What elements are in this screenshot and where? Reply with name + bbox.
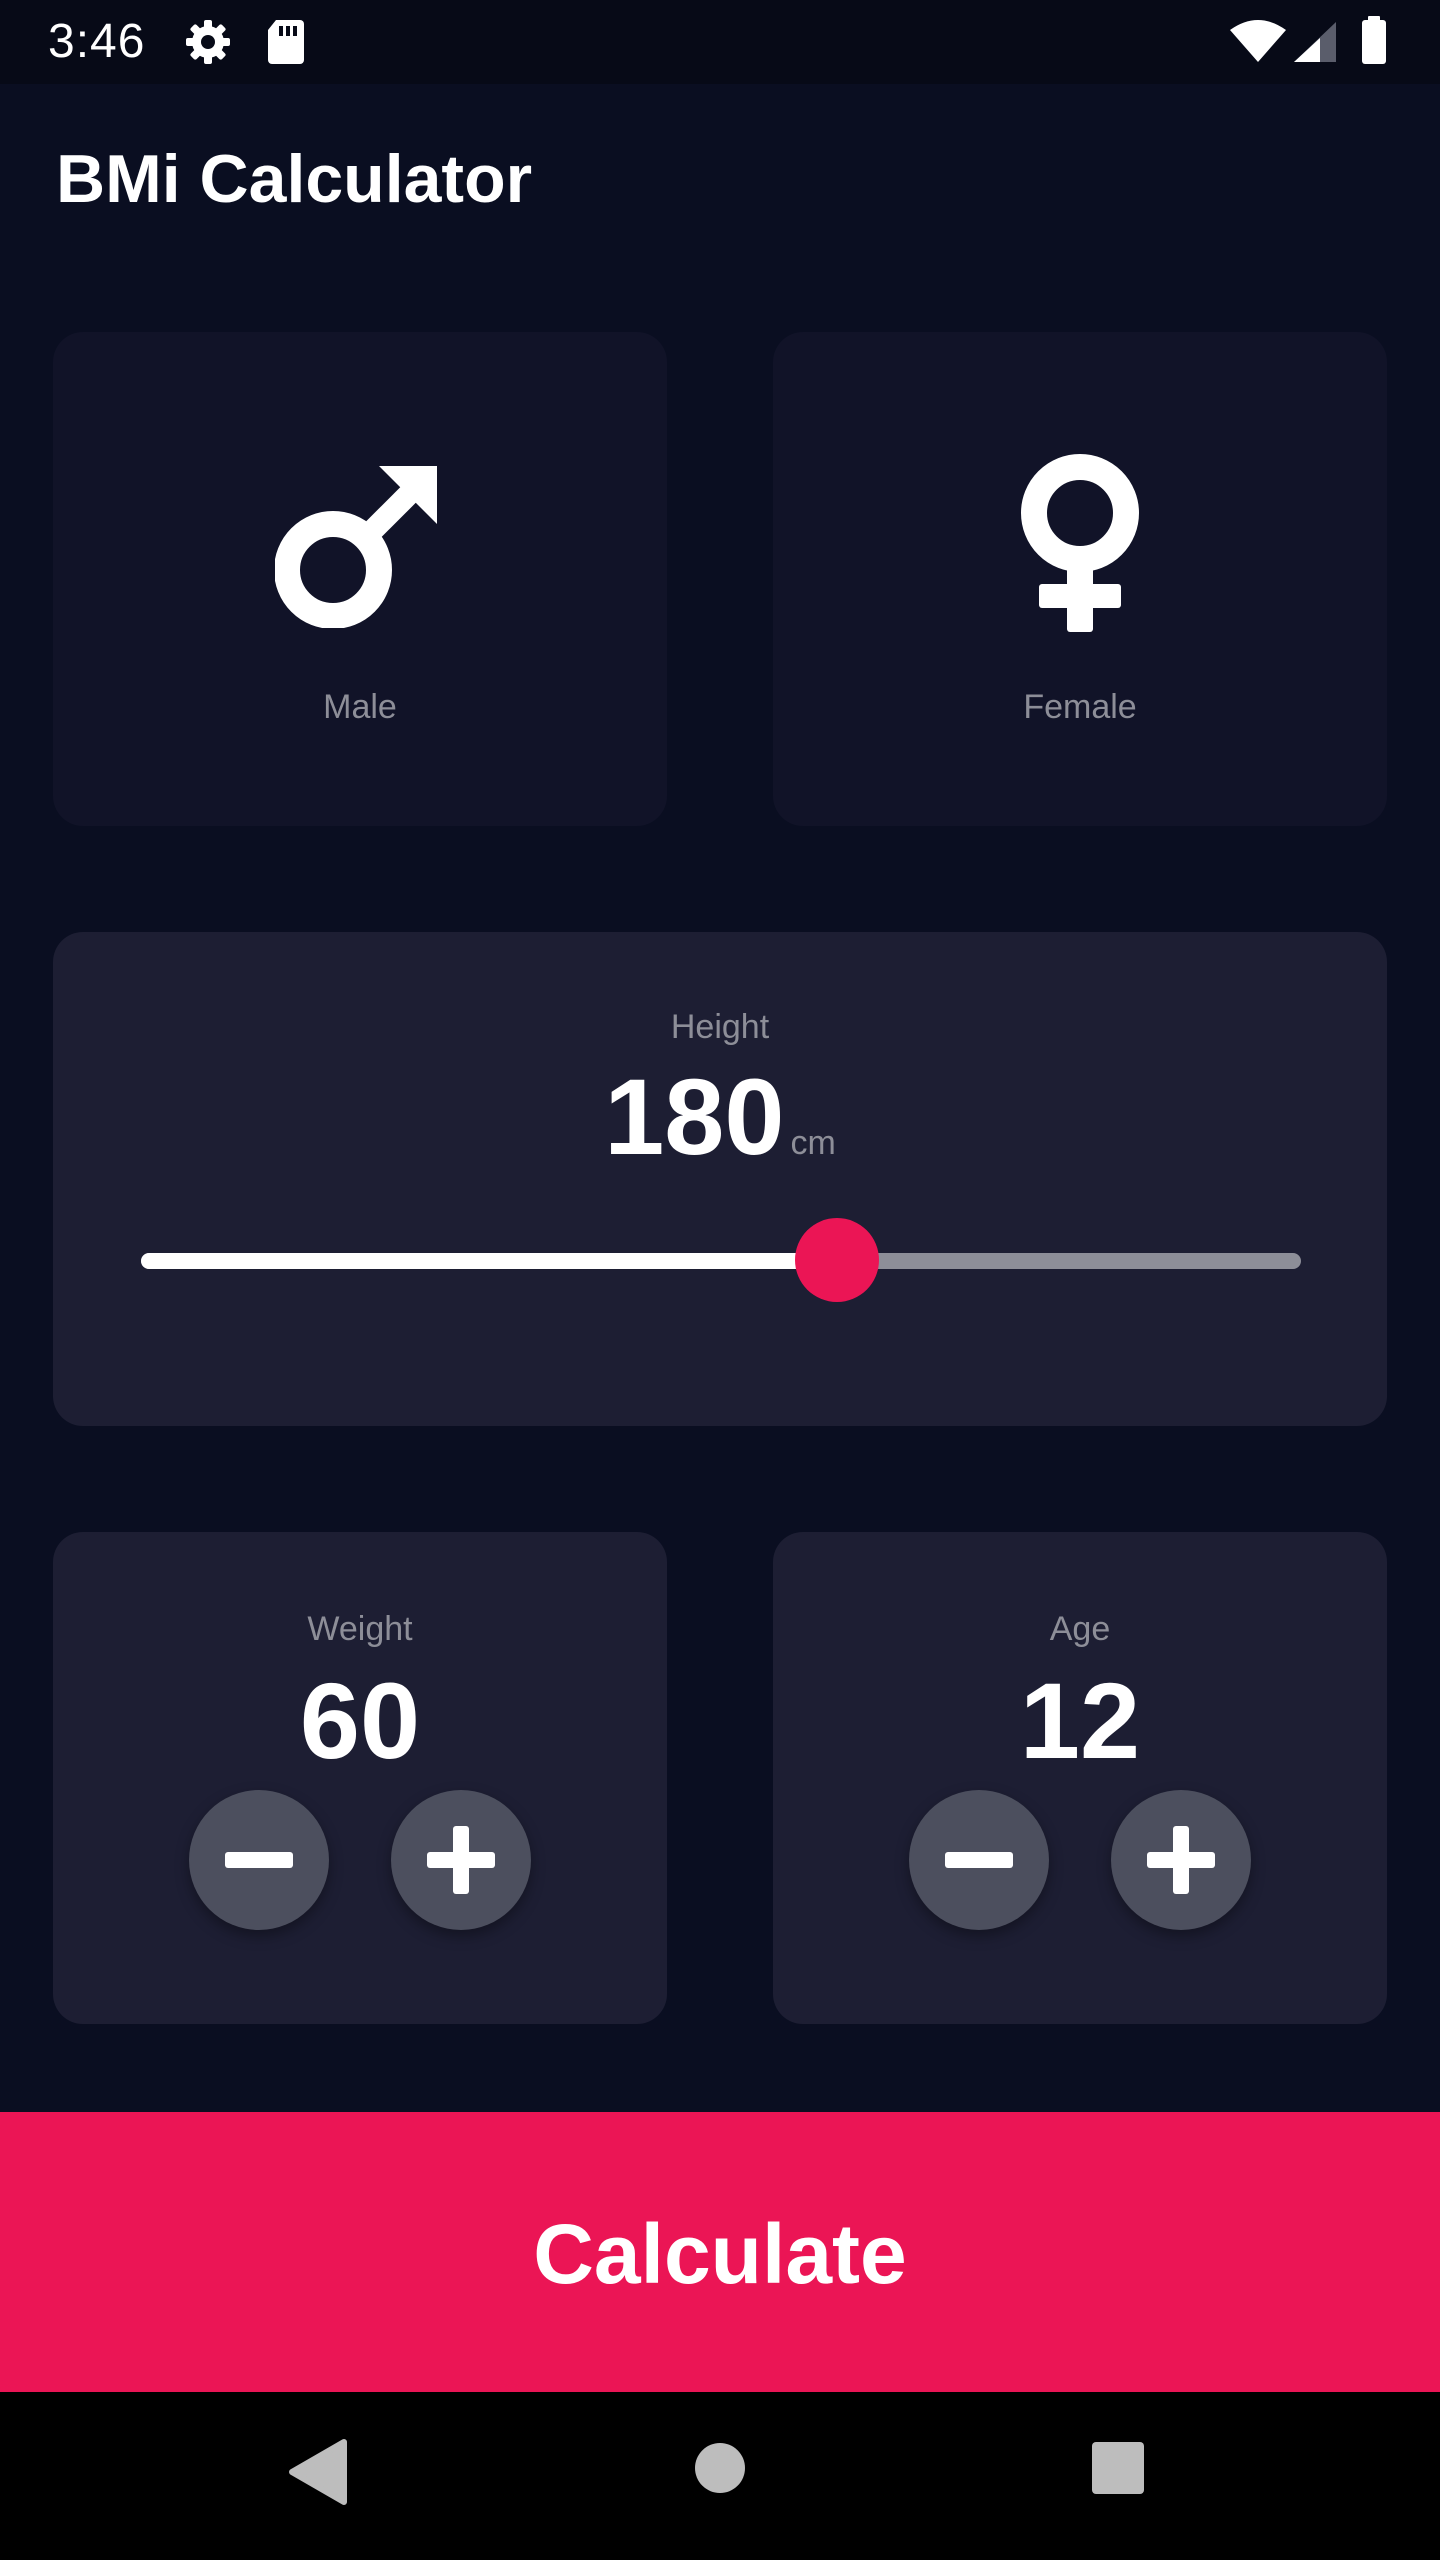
wifi-icon xyxy=(1228,20,1288,69)
age-label: Age xyxy=(1049,1610,1111,1648)
calculate-button[interactable]: Calculate xyxy=(0,2112,1440,2392)
age-decrement-button[interactable] xyxy=(909,1790,1049,1930)
weight-decrement-button[interactable] xyxy=(189,1790,329,1930)
status-bar: 3:46 xyxy=(0,0,1440,84)
age-card: Age 12 xyxy=(773,1532,1387,2024)
male-card[interactable]: Male xyxy=(53,332,667,826)
height-unit: cm xyxy=(790,1124,836,1162)
height-value-row: 180 cm xyxy=(53,1054,1387,1179)
height-slider-track[interactable] xyxy=(141,1253,1301,1269)
home-icon[interactable] xyxy=(692,2440,748,2501)
age-increment-button[interactable] xyxy=(1111,1790,1251,1930)
age-value: 12 xyxy=(1019,1660,1141,1781)
venus-icon xyxy=(1015,448,1145,643)
weight-value: 60 xyxy=(299,1660,421,1781)
female-label: Female xyxy=(1023,688,1137,726)
calculate-label: Calculate xyxy=(533,2207,907,2301)
weight-card: Weight 60 xyxy=(53,1532,667,2024)
plus-icon xyxy=(427,1826,495,1894)
height-slider-fill xyxy=(141,1253,837,1269)
height-label: Height xyxy=(670,1008,770,1046)
minus-icon xyxy=(945,1852,1013,1868)
battery-icon xyxy=(1360,16,1388,71)
male-label: Male xyxy=(323,688,397,726)
weight-increment-button[interactable] xyxy=(391,1790,531,1930)
status-time: 3:46 xyxy=(48,15,146,68)
signal-icon xyxy=(1292,20,1338,69)
height-value: 180 xyxy=(604,1056,785,1177)
back-icon[interactable] xyxy=(286,2436,350,2513)
mars-icon xyxy=(274,458,445,633)
plus-icon xyxy=(1147,1826,1215,1894)
weight-label: Weight xyxy=(307,1610,413,1648)
sd-card-icon xyxy=(266,18,306,71)
navigation-bar xyxy=(0,2392,1440,2560)
height-slider-thumb[interactable] xyxy=(795,1218,879,1302)
gear-icon xyxy=(184,18,232,71)
recents-icon[interactable] xyxy=(1090,2440,1146,2501)
minus-icon xyxy=(225,1852,293,1868)
app-title: BMi Calculator xyxy=(56,141,533,217)
female-card[interactable]: Female xyxy=(773,332,1387,826)
height-card: Height 180 cm xyxy=(53,932,1387,1426)
